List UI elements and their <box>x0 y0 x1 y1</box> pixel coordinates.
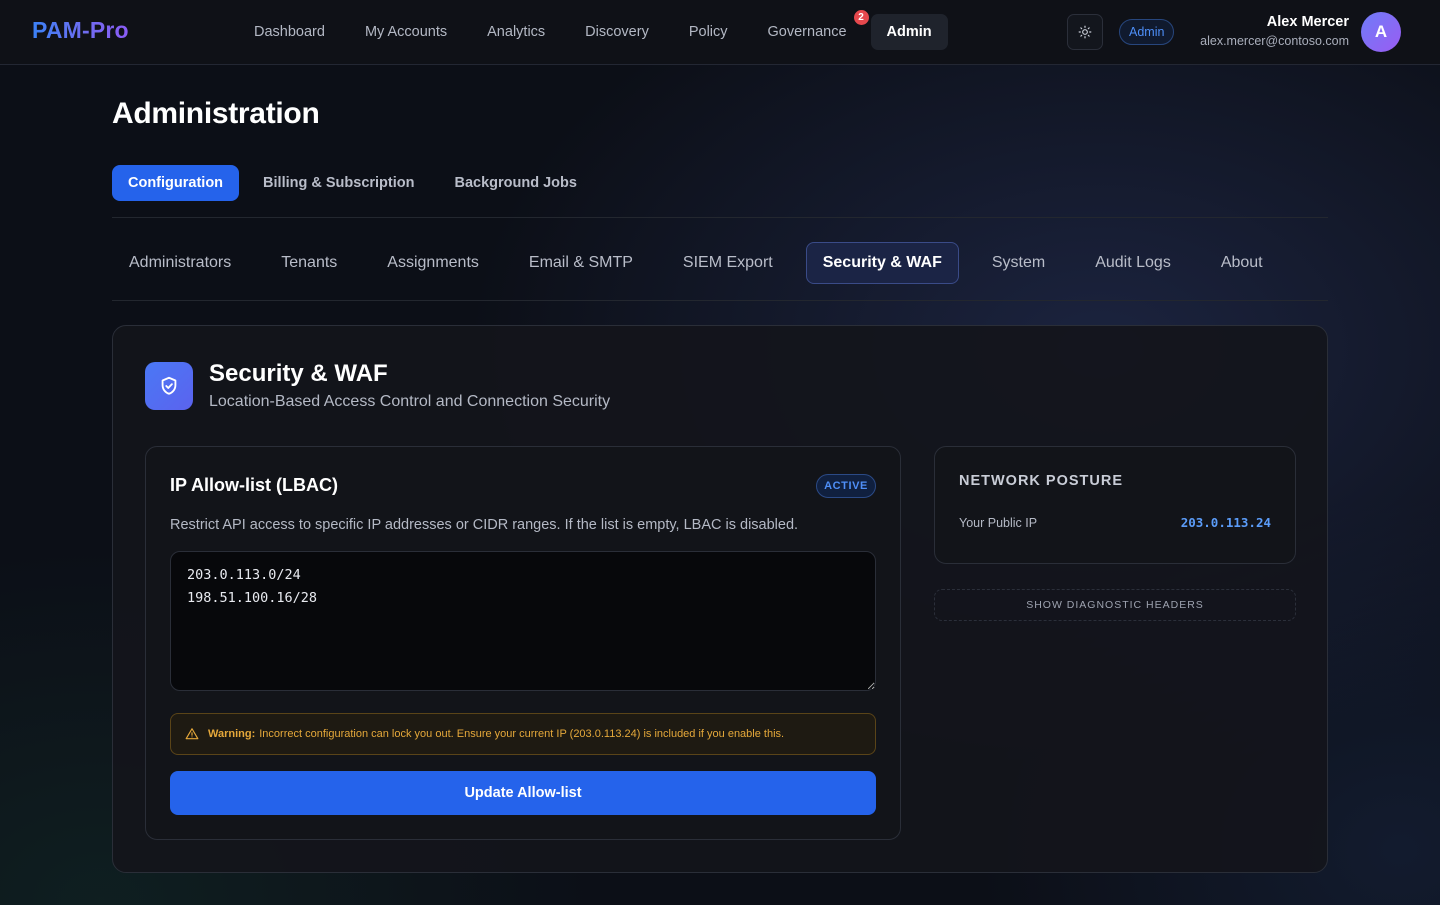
tab-configuration[interactable]: Configuration <box>112 165 240 201</box>
network-posture-panel: NETWORK POSTURE Your Public IP 203.0.113… <box>934 446 1296 564</box>
role-badge: Admin <box>1119 19 1175 45</box>
nav-item-dashboard[interactable]: Dashboard <box>238 14 341 50</box>
nav-item-admin[interactable]: Admin <box>870 14 948 50</box>
user-name: Alex Mercer <box>1266 14 1349 30</box>
subtab-siem-export[interactable]: SIEM Export <box>666 242 790 284</box>
page-title: Administration <box>112 97 320 130</box>
tab-billing-subscription[interactable]: Billing & Subscription <box>247 165 430 201</box>
divider <box>112 300 1328 301</box>
nav-item-analytics[interactable]: Analytics <box>471 14 561 50</box>
posture-title: NETWORK POSTURE <box>959 473 1124 489</box>
ip-allowlist-input[interactable] <box>170 551 876 691</box>
update-allowlist-button[interactable]: Update Allow-list <box>170 771 876 815</box>
warning-text: Incorrect configuration can lock you out… <box>259 728 785 740</box>
main-nav: Dashboard My Accounts Analytics Discover… <box>238 8 956 50</box>
admin-tabs: Configuration Billing & Subscription Bac… <box>112 165 601 201</box>
nav-item-my-accounts[interactable]: My Accounts <box>349 14 463 50</box>
status-badge: ACTIVE <box>816 474 876 498</box>
subtab-email-smtp[interactable]: Email & SMTP <box>512 242 650 284</box>
ip-allowlist-panel: IP Allow-list (LBAC) ACTIVE Restrict API… <box>145 446 901 840</box>
subtab-system[interactable]: System <box>975 242 1062 284</box>
section-icon-tile <box>145 362 193 410</box>
tab-background-jobs[interactable]: Background Jobs <box>439 165 593 201</box>
sun-icon <box>1078 25 1092 39</box>
shield-check-icon <box>161 376 177 395</box>
subtab-assignments[interactable]: Assignments <box>370 242 496 284</box>
subtab-tenants[interactable]: Tenants <box>264 242 354 284</box>
user-email: alex.mercer@contoso.com <box>1200 34 1349 48</box>
lockout-warning: Warning: Incorrect configuration can loc… <box>170 713 876 755</box>
section-title: Security & WAF <box>209 360 388 387</box>
notification-count-badge: 2 <box>851 8 871 27</box>
subtab-administrators[interactable]: Administrators <box>112 242 248 284</box>
subtab-about[interactable]: About <box>1204 242 1280 284</box>
theme-toggle-button[interactable] <box>1067 14 1103 50</box>
allowlist-title: IP Allow-list (LBAC) <box>170 475 338 495</box>
nav-item-policy[interactable]: Policy <box>673 14 744 50</box>
brand-logo[interactable]: PAM-Pro <box>32 17 129 44</box>
subtab-security-waf[interactable]: Security & WAF <box>805 242 959 284</box>
show-diagnostic-headers-button[interactable]: SHOW DIAGNOSTIC HEADERS <box>934 589 1296 621</box>
section-subtitle: Location-Based Access Control and Connec… <box>209 393 611 410</box>
top-navbar: PAM-Pro Dashboard My Accounts Analytics … <box>0 0 1440 65</box>
subtab-audit-logs[interactable]: Audit Logs <box>1078 242 1188 284</box>
public-ip-value: 203.0.113.24 <box>1180 515 1271 530</box>
nav-item-discovery[interactable]: Discovery <box>569 14 665 50</box>
public-ip-label: Your Public IP <box>959 516 1038 530</box>
configuration-subtabs: Administrators Tenants Assignments Email… <box>112 242 1296 284</box>
divider <box>112 217 1328 218</box>
nav-item-governance[interactable]: Governance 2 <box>752 8 871 50</box>
nav-item-governance-label: Governance <box>767 24 847 40</box>
warning-label: Warning: <box>208 728 256 740</box>
alert-triangle-icon <box>185 727 199 741</box>
allowlist-description: Restrict API access to specific IP addre… <box>170 517 799 533</box>
security-waf-card: Security & WAF Location-Based Access Con… <box>112 325 1328 873</box>
avatar[interactable]: A <box>1361 12 1401 52</box>
